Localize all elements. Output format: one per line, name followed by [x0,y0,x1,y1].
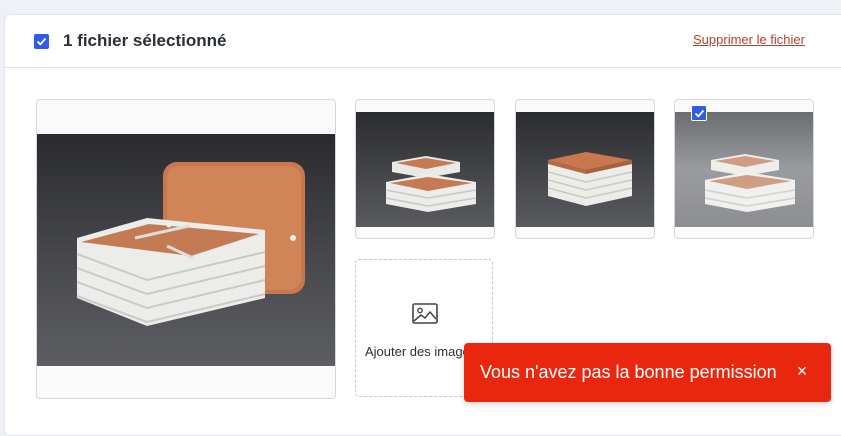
storage-box-open-photo [356,112,494,227]
thumbnail-3[interactable] [674,99,814,239]
toast-message: Vous n'avez pas la bonne permission [480,362,777,382]
thumbnail-2[interactable] [515,99,655,239]
storage-box-photo [37,134,335,366]
close-icon[interactable]: × [790,359,814,383]
select-all-checkbox[interactable] [34,34,49,49]
error-toast: Vous n'avez pas la bonne permission × [464,343,831,402]
main-image-card[interactable] [36,99,336,399]
image-icon [412,303,438,324]
add-images-label: Ajouter des images [365,344,477,359]
thumbnail-3-checkbox[interactable] [691,105,707,121]
storage-box-closed-photo [516,112,654,227]
delete-file-link[interactable]: Supprimer le fichier [693,32,805,47]
selection-count-label: 1 fichier sélectionné [63,31,227,50]
storage-box-open-grey-photo [675,112,813,227]
thumbnail-1[interactable] [355,99,495,239]
selection-header: 1 fichier sélectionné Supprimer le fichi… [5,15,841,68]
